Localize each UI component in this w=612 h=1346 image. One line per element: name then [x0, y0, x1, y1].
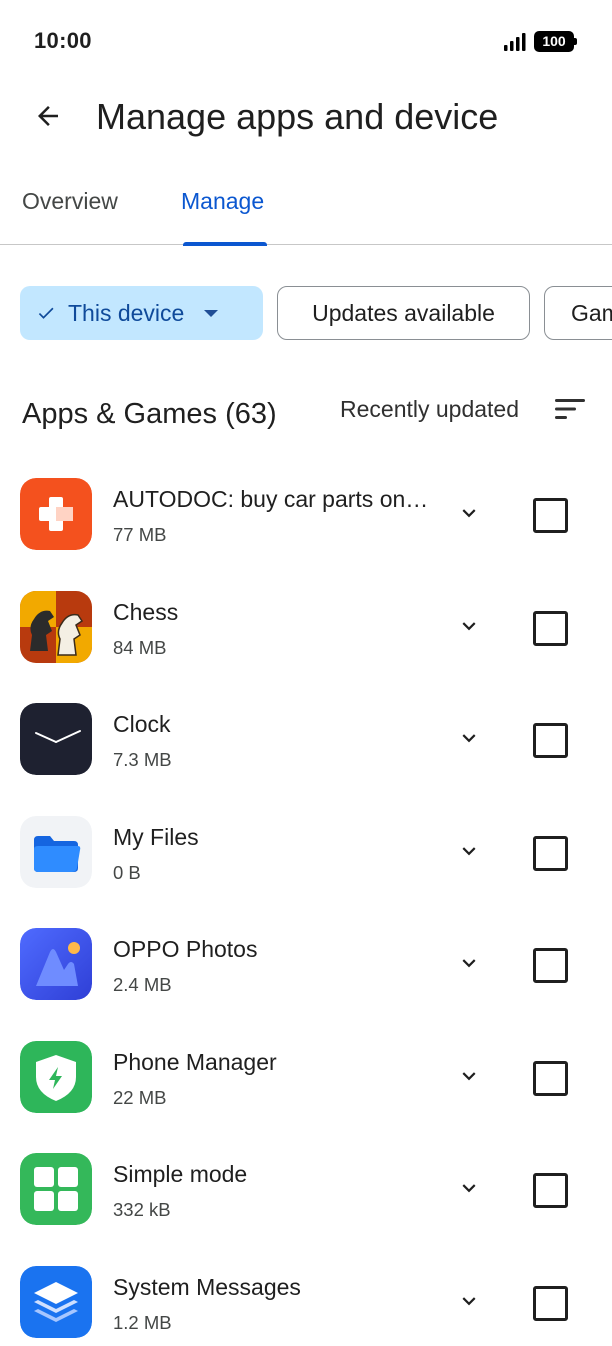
battery-icon: 100 [534, 31, 577, 52]
app-size: 0 B [113, 861, 141, 883]
app-name: AUTODOC: buy car parts online [113, 486, 433, 512]
expand-button[interactable] [450, 719, 488, 757]
app-row-autodoc[interactable]: AUTODOC: buy car parts online 77 MB [0, 458, 612, 571]
tab-selected-indicator [183, 241, 267, 246]
chess-app-icon [20, 590, 92, 663]
tab-overview[interactable]: Overview [22, 188, 118, 245]
app-row-system-messages[interactable]: System Messages 1.2 MB [0, 1246, 612, 1346]
app-list: AUTODOC: buy car parts online 77 MB Ches… [0, 458, 612, 1346]
app-name: OPPO Photos [113, 936, 258, 962]
tab-manage[interactable]: Manage [181, 188, 264, 245]
app-row-phone-manager[interactable]: Phone Manager 22 MB [0, 1021, 612, 1134]
dropdown-caret-icon [204, 309, 219, 317]
select-checkbox[interactable] [533, 1173, 568, 1208]
chevron-down-icon [462, 846, 476, 855]
page-title: Manage apps and device [96, 96, 499, 137]
updates-available-chip[interactable]: Updates available [277, 286, 530, 340]
autodoc-app-icon [20, 478, 92, 550]
app-size: 84 MB [113, 636, 167, 658]
oppo-photos-app-icon [20, 928, 92, 1000]
app-size: 77 MB [113, 524, 167, 545]
status-bar: 10:00 100 [0, 0, 612, 80]
signal-icon [504, 33, 526, 51]
this-device-chip[interactable]: This device [20, 286, 263, 340]
check-icon [38, 307, 54, 319]
app-name: System Messages [113, 1273, 301, 1300]
games-chip-label: Games [571, 299, 612, 326]
sort-button-label[interactable]: Recently updated [340, 396, 519, 423]
simple-mode-app-icon [20, 1153, 92, 1225]
sort-icon[interactable] [553, 396, 587, 422]
expand-button[interactable] [450, 1057, 488, 1095]
battery-level: 100 [542, 33, 566, 49]
chevron-down-icon [462, 1296, 476, 1305]
app-size: 7.3 MB [113, 749, 172, 770]
my-files-app-icon [20, 815, 92, 888]
app-row-my-files[interactable]: My Files 0 B [0, 796, 612, 909]
expand-button[interactable] [450, 607, 488, 645]
select-checkbox[interactable] [533, 723, 568, 758]
chevron-down-icon [462, 509, 476, 518]
clock-app-icon [20, 703, 92, 775]
app-name: Chess [113, 598, 179, 625]
top-app-bar: Manage apps and device [0, 80, 612, 156]
app-size: 22 MB [113, 1086, 167, 1108]
app-size: 1.2 MB [113, 1311, 172, 1333]
app-row-chess[interactable]: Chess 84 MB [0, 571, 612, 684]
app-name: Simple mode [113, 1161, 248, 1187]
select-checkbox[interactable] [533, 1060, 568, 1096]
app-row-simple-mode[interactable]: Simple mode 332 kB [0, 1133, 612, 1246]
app-row-clock[interactable]: Clock 7.3 MB [0, 683, 612, 796]
tab-bar: Overview Manage [0, 170, 612, 246]
select-checkbox[interactable] [533, 948, 568, 983]
chevron-down-icon [462, 621, 476, 630]
apps-section-header: Apps & Games (63) Recently updated [0, 388, 612, 444]
status-time: 10:00 [34, 28, 92, 53]
this-device-chip-label: This device [68, 299, 185, 326]
expand-button[interactable] [450, 1169, 488, 1207]
chevron-down-icon [462, 959, 476, 968]
select-checkbox[interactable] [533, 498, 568, 533]
phone-manager-app-icon [20, 1040, 92, 1113]
expand-button[interactable] [450, 1282, 488, 1320]
arrow-left-icon [38, 106, 58, 126]
back-button[interactable] [22, 90, 74, 142]
chevron-down-icon [462, 1184, 476, 1193]
app-name: Phone Manager [113, 1048, 277, 1075]
app-size: 332 kB [113, 1199, 171, 1220]
app-name: My Files [113, 823, 199, 850]
chevron-down-icon [462, 734, 476, 743]
select-checkbox[interactable] [533, 610, 568, 646]
filter-chip-row: This device Updates available Games [0, 286, 612, 342]
select-checkbox[interactable] [533, 835, 568, 871]
games-chip[interactable]: Games [544, 286, 612, 340]
system-messages-app-icon [20, 1265, 92, 1338]
expand-button[interactable] [450, 832, 488, 870]
expand-button[interactable] [450, 944, 488, 982]
updates-available-chip-label: Updates available [312, 299, 495, 326]
select-checkbox[interactable] [533, 1285, 568, 1321]
app-size: 2.4 MB [113, 974, 172, 995]
chevron-down-icon [462, 1071, 476, 1080]
expand-button[interactable] [450, 494, 488, 532]
app-row-oppo-photos[interactable]: OPPO Photos 2.4 MB [0, 908, 612, 1021]
app-name: Clock [113, 711, 171, 737]
apps-count-title: Apps & Games (63) [22, 398, 277, 430]
